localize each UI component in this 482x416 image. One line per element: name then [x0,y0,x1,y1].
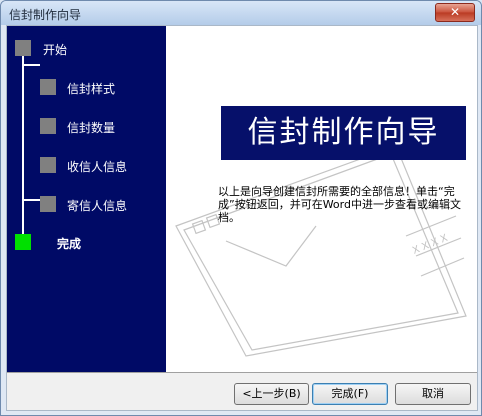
finish-button[interactable]: 完成(F) [312,383,388,405]
step-marker-envelope-count [40,118,56,134]
step-marker-sender [40,196,56,212]
step-marker-finish [15,234,31,250]
step-label-recipient: 收信人信息 [67,160,128,174]
close-button[interactable]: ✕ [435,3,475,22]
step-marker-start [15,40,31,56]
completion-description: 以上是向导创建信封所需要的全部信息！单击“完成”按钮返回，并可在Word中进一步… [218,185,461,224]
step-marker-envelope-style [40,79,56,95]
step-label-finish: 完成 [57,237,82,251]
wizard-content: X X X X 信封制作向导 以上是向导创建信封所需要的全部信息！单击“完成”按… [166,26,477,372]
title-bar[interactable]: 信封制作向导 ✕ [1,1,481,25]
step-marker-recipient [40,157,56,173]
wizard-window: 信封制作向导 ✕ 开始 信封样式 信封数量 收信人信息 寄信人信息 完成 X X… [0,0,482,416]
step-label-start: 开始 [43,43,68,57]
step-connector-vertical [22,48,24,234]
window-title: 信封制作向导 [9,8,82,22]
wizard-banner: 信封制作向导 [221,106,466,160]
step-connector-branch [22,64,40,66]
steps-sidebar: 开始 信封样式 信封数量 收信人信息 寄信人信息 完成 [7,26,166,372]
step-connector-branch-end [22,199,40,201]
step-label-envelope-count: 信封数量 [67,121,116,135]
wizard-client: 开始 信封样式 信封数量 收信人信息 寄信人信息 完成 X X X X 信封制作… [6,25,478,411]
step-label-envelope-style: 信封样式 [67,82,116,96]
step-label-sender: 寄信人信息 [67,199,128,213]
svg-text:X X X X: X X X X [411,233,450,257]
back-button[interactable]: <上一步(B) [234,383,309,405]
cancel-button[interactable]: 取消 [395,383,471,405]
footer-divider [7,372,477,373]
